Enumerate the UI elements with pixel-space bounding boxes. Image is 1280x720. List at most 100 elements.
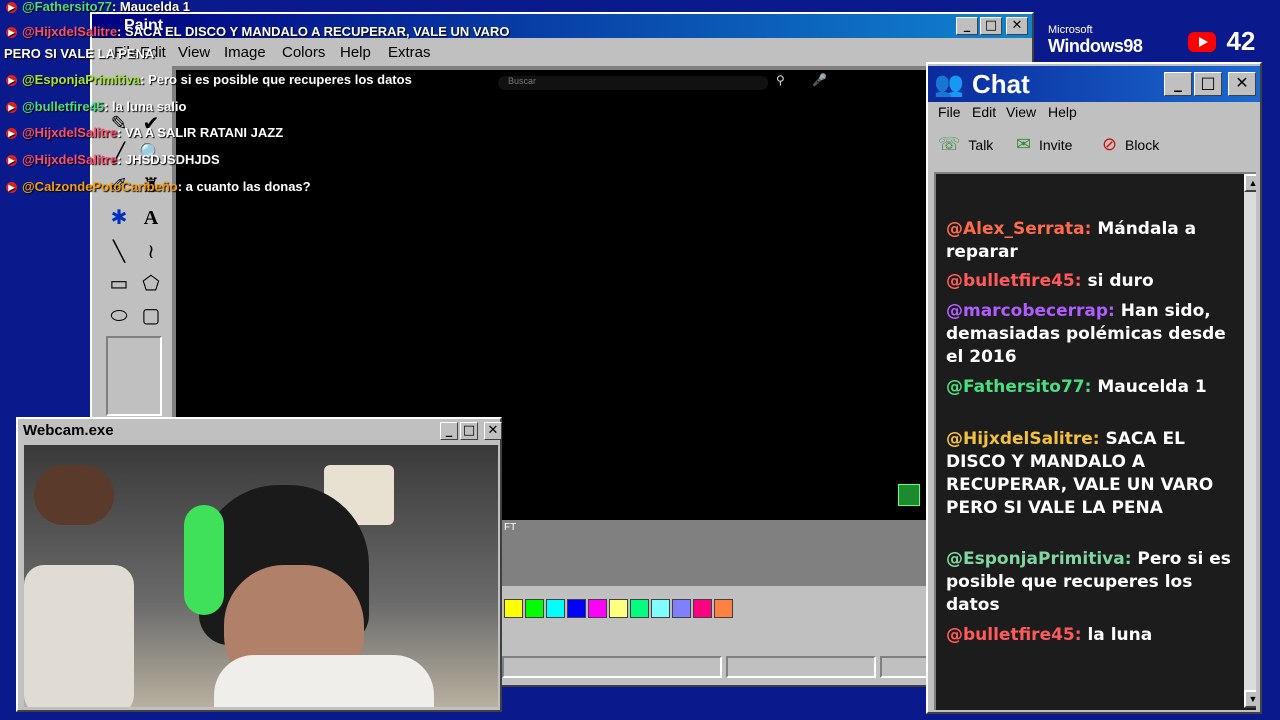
viewer-counter: 42 (1188, 26, 1255, 57)
overlay-message-text: : la luna salio (104, 99, 187, 114)
windows98-text: Windows98 (1048, 36, 1143, 56)
chat-message-text: Maucelda 1 (1097, 377, 1207, 397)
overlay-message-text: : JHSDJSDHJDS (117, 152, 220, 167)
rounded-rect-tool-icon[interactable]: ▢ (136, 302, 166, 330)
menu-view[interactable]: View (1006, 104, 1036, 120)
menu-file[interactable]: File (938, 104, 961, 120)
menu-help[interactable]: Help (340, 44, 371, 61)
menu-view[interactable]: View (178, 44, 210, 61)
overlay-message-text: : Pero si es posible que recuperes los d… (140, 72, 412, 87)
play-icon: ▶ (6, 155, 17, 166)
play-icon: ▶ (6, 27, 17, 38)
rectangle-tool-icon[interactable]: ▭ (104, 270, 134, 298)
menu-edit[interactable]: Edit (972, 104, 996, 120)
color-swatch[interactable] (609, 599, 628, 618)
invite-label: Invite (1038, 137, 1073, 153)
menu-help[interactable]: Help (1048, 104, 1077, 120)
overlay-username: @Fathersito77 (22, 0, 112, 14)
color-swatch[interactable] (672, 599, 691, 618)
invite-button[interactable]: ✉ Invite (1016, 134, 1072, 155)
search-input[interactable]: Buscar (498, 76, 768, 90)
color-swatch[interactable] (651, 599, 670, 618)
chat-message-text: si duro (1087, 271, 1154, 291)
maximize-button[interactable]: □ (460, 422, 478, 440)
color-swatch[interactable] (546, 599, 565, 618)
chat-title-bar[interactable]: 👥 Chat _ □ ✕ (928, 66, 1260, 102)
people-icon: 👥 (934, 71, 964, 98)
talk-button[interactable]: ☏ Talk (938, 134, 993, 155)
curve-tool-icon[interactable]: ≀ (136, 238, 166, 266)
chat-message: @marcobecerrap: Han sido, demasiadas pol… (946, 300, 1236, 369)
overlay-message: PERO SI VALE LA PENA (4, 46, 154, 61)
phone-icon: ☏ (938, 134, 961, 154)
minimize-button[interactable]: _ (956, 17, 978, 35)
overlay-message: ▶ @HijxdelSalitre: VA A SALIR RATANI JAZZ (6, 125, 283, 140)
close-button[interactable]: ✕ (1006, 17, 1028, 35)
overlay-message-text: PERO SI VALE LA PENA (4, 46, 155, 61)
spray-icon[interactable]: ✱ (104, 204, 134, 232)
text-tool-icon[interactable]: A (136, 204, 166, 232)
chat-message-list[interactable]: @Alex_Serrata: Mándala a reparar @bulletf… (934, 172, 1256, 710)
paint-menu-bar: File Edit View Image Colors Help Extras (92, 40, 1032, 64)
webcam-feed (24, 445, 498, 707)
maximize-button[interactable]: □ (1194, 72, 1222, 96)
chat-message: @Fathersito77: Maucelda 1 (946, 376, 1236, 399)
chat-message: @Alex_Serrata: Mándala a reparar (946, 218, 1236, 264)
overlay-message: ▶ @bulletfire45: la luna salio (6, 99, 186, 114)
play-icon: ▶ (6, 182, 17, 193)
menu-colors[interactable]: Colors (282, 44, 325, 61)
color-swatch[interactable] (630, 599, 649, 618)
play-icon: ▶ (6, 2, 17, 13)
chat-title: Chat (972, 69, 1030, 99)
shelf-item (34, 465, 114, 525)
chair (24, 565, 134, 707)
headphones (184, 505, 224, 615)
color-swatch[interactable] (714, 599, 733, 618)
minimize-button[interactable]: _ (1164, 72, 1192, 96)
scrollbar[interactable]: ▲ ▼ (1244, 174, 1256, 708)
overlay-message-text: : VA A SALIR RATANI JAZZ (117, 125, 284, 140)
paint-toolbox: ✎ ✔ ╱ 🔍 ✐ ♜ ✱ A ╲ ≀ ▭ ⬠ ⬭ ▢ (100, 66, 172, 418)
canvas-label: FT (504, 522, 517, 533)
chat-message: @HijxdelSalitre: SACA EL DISCO Y MANDALO… (946, 428, 1236, 520)
color-swatch[interactable] (588, 599, 607, 618)
play-icon: ▶ (6, 102, 17, 113)
search-icon[interactable]: ⚲ (776, 73, 785, 87)
scroll-up-button[interactable]: ▲ (1244, 174, 1256, 192)
overlay-message-text: : Maucelda 1 (111, 0, 191, 14)
close-button[interactable]: ✕ (1228, 72, 1256, 96)
webcam-title: Webcam.exe (23, 422, 114, 439)
menu-extras[interactable]: Extras (388, 44, 431, 61)
polygon-tool-icon[interactable]: ⬠ (136, 270, 166, 298)
overlay-username: @EsponjaPrimitiva (22, 72, 141, 87)
scroll-down-button[interactable]: ▼ (1244, 690, 1256, 708)
chat-username: @bulletfire45: (946, 271, 1082, 291)
chat-message: @bulletfire45: la luna (946, 624, 1236, 647)
overlay-message: ▶ @Fathersito77: Maucelda 1 (6, 0, 190, 14)
color-swatch[interactable] (504, 599, 523, 618)
menu-image[interactable]: Image (224, 44, 266, 61)
ellipse-tool-icon[interactable]: ⬭ (104, 302, 134, 330)
overlay-username: @HijxdelSalitre (22, 24, 118, 39)
person-shirt (214, 655, 434, 707)
close-button[interactable]: ✕ (484, 422, 502, 440)
minimize-button[interactable]: _ (440, 422, 458, 440)
overlay-username: @HijxdelSalitre (22, 152, 118, 167)
status-section (502, 656, 722, 678)
line-tool-icon[interactable]: ╲ (104, 238, 134, 266)
color-swatch[interactable] (693, 599, 712, 618)
webcam-title-bar[interactable]: Webcam.exe _ □ ✕ (20, 421, 502, 441)
chat-message: @bulletfire45: si duro (946, 270, 1236, 293)
block-button[interactable]: ⊘ Block (1102, 134, 1159, 155)
overlay-username: @HijxdelSalitre (22, 125, 118, 140)
tool-options-box[interactable] (106, 336, 162, 416)
overlay-message-text: : SACA EL DISCO Y MANDALO A RECUPERAR, V… (117, 24, 510, 39)
maximize-button[interactable]: □ (980, 17, 1002, 35)
color-swatch[interactable] (567, 599, 586, 618)
block-label: Block (1124, 137, 1160, 153)
invite-icon: ✉ (1016, 134, 1032, 154)
talk-label: Talk (968, 137, 994, 153)
color-swatch[interactable] (525, 599, 544, 618)
microphone-icon[interactable]: 🎤 (812, 73, 827, 87)
chat-username: @HijxdelSalitre: (946, 429, 1100, 449)
